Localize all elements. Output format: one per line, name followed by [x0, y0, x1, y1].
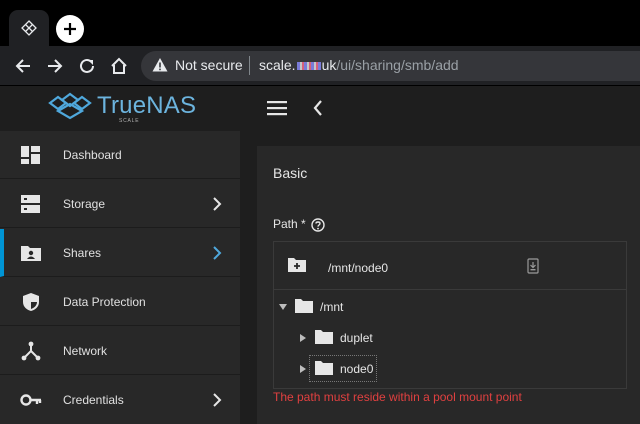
- shield-icon: [23, 293, 39, 311]
- chevron-left-icon[interactable]: [311, 98, 325, 118]
- chevron-right-icon: [213, 197, 222, 211]
- tree-node-label: /mnt: [320, 300, 344, 314]
- url-host-tld: uk: [321, 57, 337, 73]
- sidebar-item-label: Credentials: [63, 393, 124, 407]
- sidebar-item-label: Shares: [63, 246, 102, 260]
- folder-icon: [315, 330, 333, 344]
- create-folder-icon[interactable]: [287, 257, 307, 273]
- key-icon: [20, 394, 42, 406]
- folder-icon: [295, 299, 313, 313]
- browser-tab-strip: [0, 0, 640, 46]
- back-button[interactable]: [12, 55, 34, 77]
- file-explorer-header: [274, 242, 626, 290]
- chevron-right-icon: [213, 393, 222, 407]
- sidebar-item-label: Data Protection: [63, 295, 146, 309]
- path-error-message: The path must reside within a pool mount…: [273, 390, 522, 404]
- network-icon: [21, 341, 41, 361]
- tree-node-node0[interactable]: node0: [299, 359, 419, 381]
- caret-right-icon[interactable]: [299, 365, 307, 373]
- home-button[interactable]: [108, 55, 130, 77]
- dashboard-icon: [21, 146, 40, 164]
- arrow-right-icon: [48, 59, 63, 73]
- sidebar-item-label: Storage: [63, 197, 106, 211]
- warning-icon[interactable]: [152, 57, 168, 73]
- url-text[interactable]: scale. uk/ui/sharing/smb/add: [259, 57, 459, 74]
- url-host-obscured: [296, 62, 321, 71]
- storage-icon: [21, 195, 40, 213]
- tree-node-duplet[interactable]: duplet: [299, 328, 419, 350]
- path-label: Path *: [273, 217, 306, 231]
- new-tab-button[interactable]: [56, 15, 84, 43]
- url-path: /ui/sharing/smb/add: [336, 57, 459, 73]
- sidebar-item-credentials[interactable]: Credentials: [0, 376, 240, 424]
- dataset-icon[interactable]: [527, 258, 539, 274]
- tree-node-mnt[interactable]: /mnt: [279, 297, 399, 319]
- url-host: scale.: [259, 57, 296, 73]
- sidebar-item-shares[interactable]: Shares: [0, 229, 240, 277]
- sidebar-item-network[interactable]: Network: [0, 327, 240, 375]
- home-icon: [111, 57, 127, 74]
- shares-folder-icon: [21, 246, 41, 261]
- reload-button[interactable]: [76, 55, 98, 77]
- sidebar-item-storage[interactable]: Storage: [0, 180, 240, 228]
- sidebar-item-label: Dashboard: [63, 148, 122, 162]
- folder-icon: [315, 361, 333, 375]
- logo-text: TrueNAS: [97, 92, 197, 119]
- sidebar: Dashboard Storage Shares Data Protection: [0, 131, 240, 424]
- reload-icon: [80, 58, 94, 73]
- chevron-right-icon: [213, 246, 222, 260]
- address-divider: [249, 56, 250, 75]
- help-icon[interactable]: [311, 218, 325, 232]
- top-toolbar: [240, 86, 640, 131]
- forward-button[interactable]: [44, 55, 66, 77]
- logo-subtitle: SCALE: [119, 118, 140, 124]
- tree-node-label: node0: [340, 362, 374, 376]
- truenas-logo-icon: [48, 92, 92, 120]
- sidebar-item-dashboard[interactable]: Dashboard: [0, 131, 240, 179]
- browser-tab[interactable]: [9, 10, 49, 46]
- sidebar-item-data-protection[interactable]: Data Protection: [0, 278, 240, 326]
- tree-node-label: duplet: [340, 331, 373, 345]
- arrow-left-icon: [15, 59, 30, 73]
- sidebar-item-label: Network: [63, 344, 108, 358]
- caret-down-icon[interactable]: [279, 303, 287, 311]
- caret-right-icon[interactable]: [299, 334, 307, 342]
- path-input[interactable]: /mnt/node0: [328, 261, 388, 275]
- plus-icon: [64, 23, 76, 35]
- section-title: Basic: [273, 165, 308, 181]
- security-label[interactable]: Not secure: [175, 57, 243, 74]
- hamburger-menu-icon[interactable]: [267, 98, 287, 118]
- truenas-favicon: [21, 20, 37, 36]
